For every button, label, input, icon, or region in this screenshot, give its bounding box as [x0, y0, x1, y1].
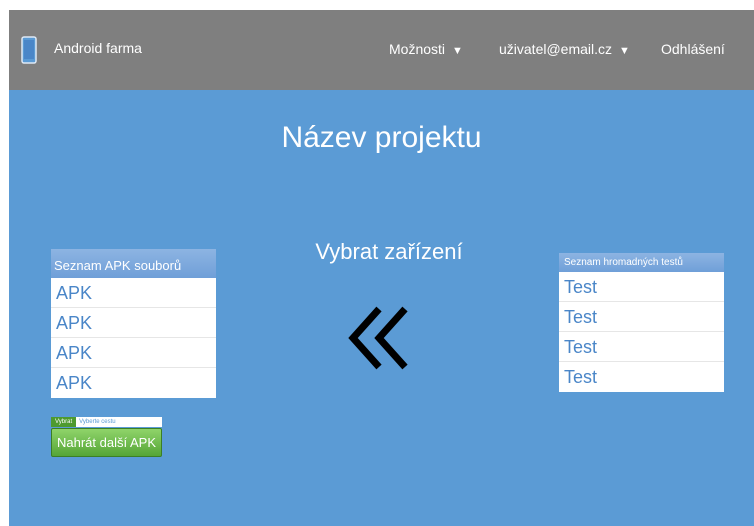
project-title: Název projektu — [281, 121, 482, 154]
logout-link[interactable]: Odhlášení — [661, 41, 725, 57]
upload-apk-button[interactable]: Nahrát další APK — [51, 428, 162, 457]
apk-list-item[interactable]: APK — [51, 308, 216, 338]
file-path-field[interactable]: Vyberte cestu — [79, 419, 115, 425]
app-title: Android farma — [54, 40, 142, 56]
apk-list-panel: Seznam APK souborů APK APK APK APK — [51, 249, 216, 398]
apk-list-item[interactable]: APK — [51, 278, 216, 308]
test-list-item[interactable]: Test — [559, 362, 724, 392]
top-navigation-bar: Android farma Možnosti ▼ uživatel@email.c… — [9, 10, 754, 90]
chevron-down-icon: ▼ — [619, 45, 630, 57]
choose-file-button[interactable]: Vybrat — [51, 417, 77, 427]
user-email: uživatel@email.cz — [499, 41, 613, 57]
test-list-item[interactable]: Test — [559, 332, 724, 362]
apk-list-item[interactable]: APK — [51, 338, 216, 368]
user-menu[interactable]: uživatel@email.cz ▼ — [499, 41, 630, 57]
chevron-down-icon: ▼ — [452, 45, 463, 57]
options-menu[interactable]: Možnosti ▼ — [389, 41, 463, 57]
test-list-item[interactable]: Test — [559, 302, 724, 332]
apk-list-item[interactable]: APK — [51, 368, 216, 398]
test-list-item[interactable]: Test — [559, 272, 724, 302]
apk-file-picker: Vybrat Vyberte cestu — [51, 417, 162, 427]
test-list-header: Seznam hromadných testů — [559, 253, 724, 272]
app-frame: Android farma Možnosti ▼ uživatel@email.c… — [9, 10, 754, 526]
apk-list-header: Seznam APK souborů — [51, 249, 216, 278]
select-device-link[interactable]: Vybrat zařízení — [259, 239, 519, 265]
test-list-panel: Seznam hromadných testů Test Test Test T… — [559, 253, 724, 392]
options-menu-label: Možnosti — [389, 41, 446, 57]
double-chevron-left-icon[interactable] — [347, 303, 427, 373]
tablet-icon — [21, 36, 37, 64]
